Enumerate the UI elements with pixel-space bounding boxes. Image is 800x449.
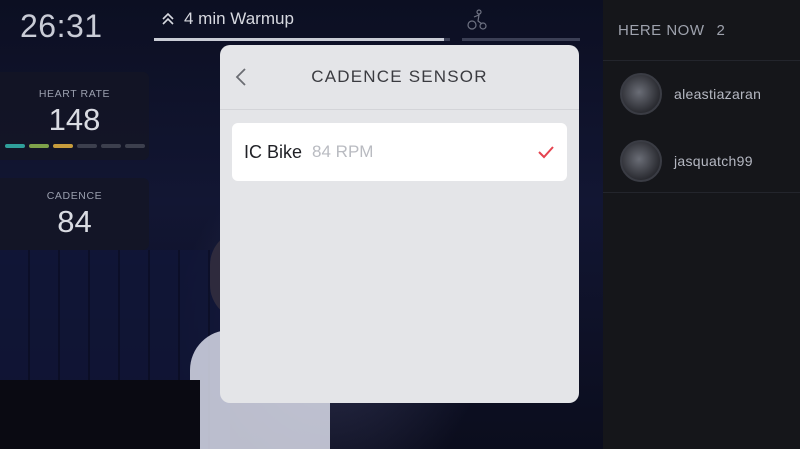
username: aleastiazaran [674, 86, 762, 102]
segment-label: 4 min Warmup [184, 9, 294, 28]
zone-bar [76, 144, 97, 148]
avatar [620, 140, 662, 182]
zone-bar [4, 144, 25, 148]
here-now-count: 2 [716, 22, 726, 39]
cadence-label: CADENCE [46, 190, 103, 202]
sensor-reading: 84 RPM [312, 142, 374, 161]
zone-bar [124, 144, 145, 148]
zone-bar [100, 144, 121, 148]
zone-bar [28, 144, 49, 148]
heart-rate-value: 148 [48, 102, 101, 137]
zone-bar [52, 144, 73, 148]
divider [603, 60, 800, 61]
dialog-title: CADENCE SENSOR [311, 67, 488, 86]
username: jasquatch99 [674, 153, 753, 169]
here-now-header: HERE NOW 2 [618, 22, 725, 39]
user-row[interactable]: jasquatch99 [620, 140, 753, 182]
cadence-sensor-dialog: CADENCE SENSOR IC Bike 84 RPM [220, 45, 579, 403]
user-row[interactable]: aleastiazaran [620, 73, 761, 115]
dialog-header: CADENCE SENSOR [220, 45, 579, 110]
sensor-name: IC Bike [244, 141, 303, 162]
segment-progress-fill [154, 38, 444, 41]
heart-rate-card[interactable]: HEART RATE 148 [0, 72, 149, 160]
cadence-value: 84 [57, 204, 92, 239]
bike-rider-icon [467, 9, 487, 30]
next-segment-track [462, 38, 580, 41]
checkmark-icon [538, 146, 554, 159]
heart-rate-label: HEART RATE [38, 88, 111, 100]
cadence-card[interactable]: CADENCE 84 [0, 178, 149, 250]
elapsed-timer: 26:31 [20, 8, 103, 44]
heart-rate-zones [0, 144, 149, 148]
divider [603, 192, 800, 193]
double-chevron-up-icon [162, 12, 174, 25]
here-now-title: HERE NOW [618, 22, 705, 39]
current-segment: 4 min Warmup [160, 9, 294, 29]
here-now-panel: HERE NOW 2 aleastiazaran jasquatch99 [603, 0, 800, 449]
avatar [620, 73, 662, 115]
sensor-option-ic-bike[interactable]: IC Bike 84 RPM [232, 123, 567, 181]
bike-silhouette [0, 380, 200, 449]
